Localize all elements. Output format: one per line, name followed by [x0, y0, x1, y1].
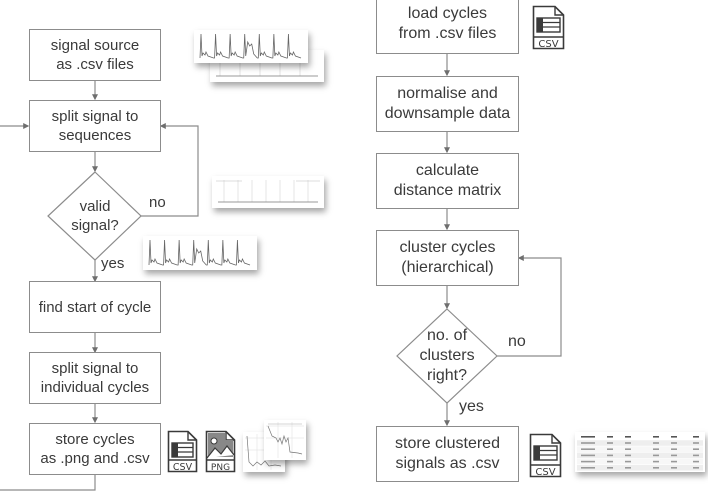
table-cell: [671, 460, 677, 463]
step-split-sequences: split signal to sequences: [29, 100, 161, 152]
cluster-table-preview: [577, 434, 703, 471]
edge-label-yes: yes: [101, 255, 125, 272]
step-find-start: find start of cycle: [29, 281, 161, 333]
table-cell: [671, 448, 677, 450]
table-cell: [581, 436, 595, 438]
step-signal-source: signal source as .csv files: [29, 29, 161, 81]
table-cell: [581, 448, 595, 450]
thumbnail-cluster-table: [575, 432, 705, 472]
png-file-icon: PNG: [205, 430, 236, 473]
step-distance-matrix: calculate distance matrix: [376, 153, 519, 209]
table-cell: [671, 454, 677, 457]
table-row: [577, 440, 703, 446]
step-normalise: normalise and downsample data: [376, 76, 519, 132]
table-cell: [693, 442, 699, 444]
table-cell: [625, 467, 631, 469]
signal-trace: [199, 33, 302, 59]
table-cell: [581, 467, 595, 469]
csv-icon-label: CSV: [173, 462, 193, 473]
table-cell: [625, 436, 631, 438]
step-cluster-cycles: cluster cycles (hierarchical): [376, 230, 519, 286]
csv-file-icon: CSV: [167, 430, 198, 473]
step-store-clustered: store clustered signals as .csv: [376, 426, 519, 482]
table-cell: [693, 448, 699, 450]
decision-label-clusters-right: no. of clusters right?: [419, 327, 475, 384]
table-row: [577, 446, 703, 452]
csv-file-icon: CSV: [529, 433, 562, 478]
table-cell: [653, 448, 659, 450]
table-cell: [625, 442, 631, 444]
table-cell: [581, 442, 595, 444]
decision-label-valid-signal: valid signal?: [71, 198, 119, 234]
edge-store-loop-back: [0, 474, 96, 491]
table-cell: [653, 454, 659, 457]
edge-label-no: no: [149, 194, 166, 211]
table-cell: [693, 460, 699, 463]
table-cell: [607, 467, 613, 469]
step-load-cycles: load cycles from .csv files: [376, 0, 519, 54]
table-row: [577, 452, 703, 459]
csv-icon-label: CSV: [538, 39, 558, 50]
thumbnail-signal-front: [194, 30, 308, 63]
table-cell: [581, 454, 595, 457]
table-cell: [653, 460, 659, 463]
table-cell: [625, 454, 631, 457]
table-row: [577, 458, 703, 465]
step-split-cycles: split signal to individual cycles: [29, 352, 161, 404]
table-cell: [607, 442, 613, 444]
thumbnail-signal-invalid: [212, 176, 324, 208]
png-icon-label: PNG: [211, 463, 230, 473]
table-cell: [607, 454, 613, 457]
table-cell: [607, 436, 613, 438]
table-cell: [671, 467, 677, 469]
table-row: [577, 465, 703, 471]
table-cell: [653, 442, 659, 444]
table-cell: [607, 460, 613, 463]
thumbnail-signal-valid: [143, 236, 257, 270]
csv-icon-label: CSV: [535, 467, 555, 478]
signal-waveform: [148, 239, 251, 266]
table-cell: [653, 436, 659, 438]
table-cell: [625, 448, 631, 450]
edge-label-yes-right: yes: [459, 398, 484, 415]
table-cell: [653, 467, 659, 469]
table-cell: [693, 454, 699, 457]
table-cell: [671, 436, 677, 438]
signal-waveform: [199, 33, 302, 59]
thumbnail-cycle-front: [264, 420, 306, 460]
table-cell: [607, 448, 613, 450]
table-cell: [671, 442, 677, 444]
signal-trace: [148, 239, 251, 266]
table-cell: [693, 436, 699, 438]
table-cell: [693, 467, 699, 469]
step-store-cycles: store cycles as .png and .csv: [29, 423, 161, 475]
table-cell: [625, 460, 631, 463]
edge-label-no-right: no: [508, 333, 526, 350]
table-row: [577, 434, 703, 440]
table-cell: [581, 460, 595, 463]
csv-file-icon: CSV: [532, 5, 565, 50]
